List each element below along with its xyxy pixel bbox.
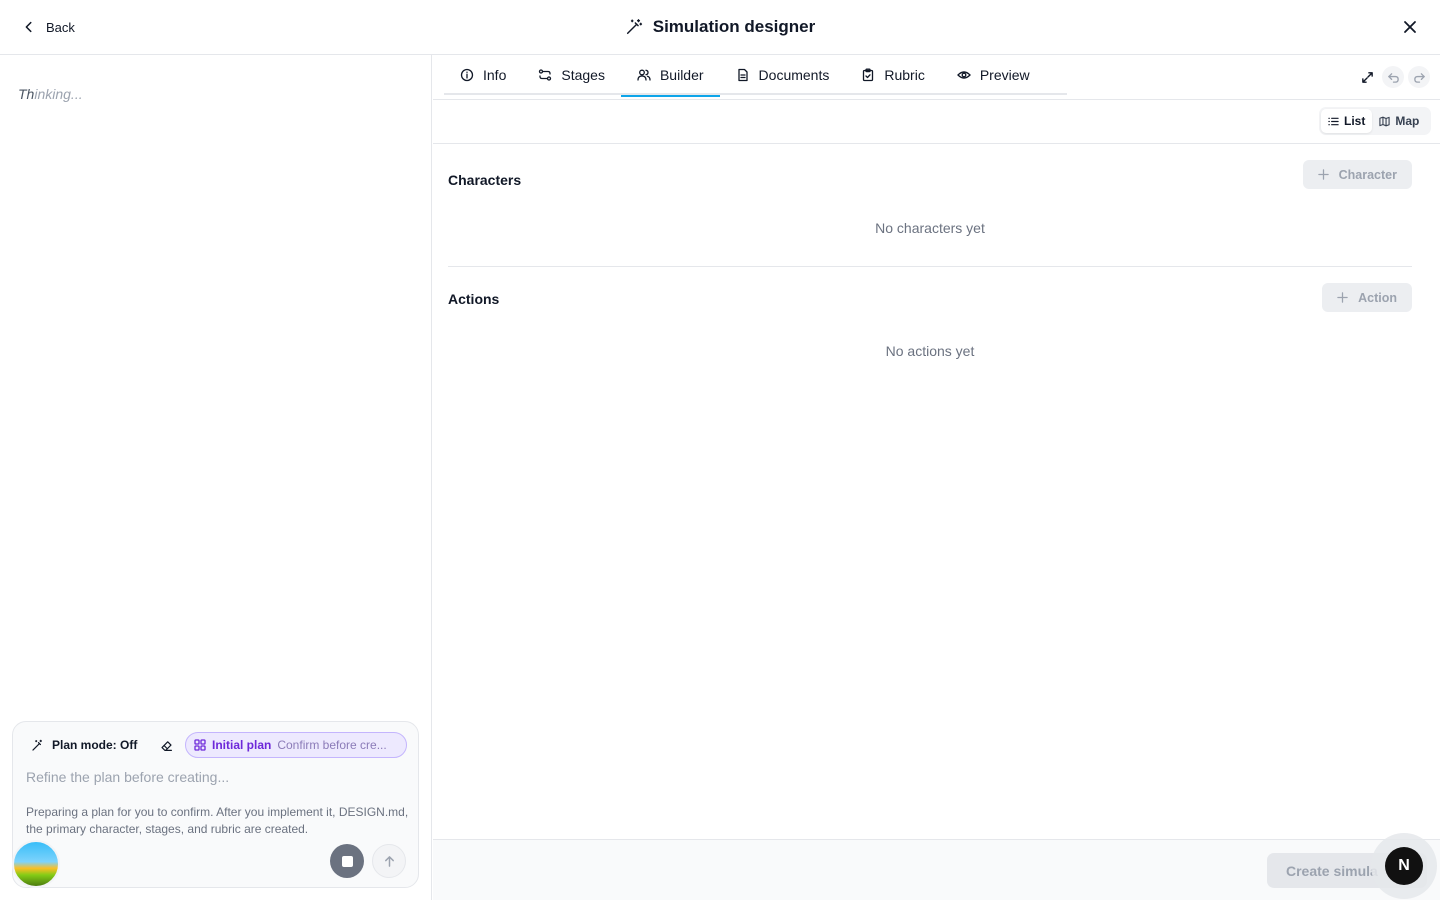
tab-rubric[interactable]: Rubric (845, 55, 940, 95)
title-wrap: Simulation designer (0, 14, 1440, 40)
thinking-rest: inking... (34, 86, 83, 102)
clipboard-icon (863, 68, 874, 82)
eye-icon (956, 71, 971, 79)
section-divider (448, 266, 1412, 267)
stop-icon (341, 855, 353, 867)
clear-button[interactable] (158, 737, 174, 753)
characters-title: Characters (448, 172, 522, 188)
tab-info[interactable]: Info (444, 55, 522, 95)
map-view-button[interactable]: Map (1372, 109, 1426, 133)
actions-empty-text: No actions yet (885, 343, 975, 359)
initial-plan-chip[interactable]: Initial plan Confirm before cre... (185, 732, 407, 758)
expand-button[interactable] (1356, 66, 1378, 88)
add-action-label: Action (1358, 290, 1397, 305)
plan-refine-input[interactable] (26, 766, 406, 788)
tab-bar: Info Stages Builder Documents Rubric Pre… (433, 55, 1440, 100)
magic-wand-icon (626, 19, 642, 35)
floating-n-badge[interactable]: N (1371, 833, 1437, 899)
toolbar-icons (1356, 66, 1430, 88)
close-icon (1404, 21, 1416, 33)
tab-label: Stages (561, 67, 605, 83)
tabs: Info Stages Builder Documents Rubric Pre… (444, 55, 1067, 97)
chip-subtitle: Confirm before cre... (277, 738, 387, 752)
designer-panel: Info Stages Builder Documents Rubric Pre… (433, 55, 1440, 900)
page-title: Simulation designer (652, 17, 816, 36)
actions-section: Actions Action No actions yet (448, 283, 1412, 373)
undo-button[interactable] (1382, 66, 1404, 88)
list-icon (1328, 117, 1339, 125)
chat-composer: Plan mode: Off Initial plan Confirm befo… (12, 721, 419, 888)
expand-icon (1361, 71, 1373, 83)
plus-icon (1317, 169, 1329, 180)
plan-mode-toggle[interactable]: Plan mode: Off (31, 737, 137, 753)
redo-button[interactable] (1408, 66, 1430, 88)
composer-note: Preparing a plan for you to confirm. Aft… (26, 805, 409, 836)
map-icon (1379, 116, 1390, 126)
magic-wand-icon (32, 739, 42, 751)
n-logo-icon: N (1385, 847, 1423, 885)
tab-label: Builder (659, 67, 704, 83)
send-button[interactable] (372, 844, 406, 878)
add-character-button[interactable]: Character (1302, 160, 1412, 189)
tab-label: Info (483, 67, 507, 83)
footer-bar: Create simula (433, 839, 1440, 900)
thinking-indicator: Thinking... (18, 86, 83, 102)
view-toggle: List Map (1319, 107, 1431, 135)
tab-label: Preview (979, 67, 1030, 83)
characters-section: Characters Character No characters yet (448, 160, 1412, 267)
tab-label: Documents (758, 67, 830, 83)
tab-label: Rubric (884, 67, 925, 83)
arrow-up-icon (384, 855, 394, 867)
chip-label: Initial plan (212, 738, 272, 752)
list-label: List (1344, 114, 1366, 128)
stages-icon (539, 69, 552, 81)
undo-icon (1387, 72, 1399, 83)
create-label: Create simula (1286, 862, 1378, 879)
add-character-label: Character (1338, 167, 1397, 182)
chat-panel: Thinking... Plan mode: Off Initial plan … (0, 55, 432, 900)
tab-stages[interactable]: Stages (522, 55, 621, 95)
plan-mode-label: Plan mode: Off (52, 738, 138, 752)
actions-title: Actions (448, 291, 500, 307)
avatar[interactable] (12, 840, 60, 888)
document-icon (737, 68, 748, 82)
characters-empty-text: No characters yet (875, 220, 985, 236)
users-icon (637, 69, 651, 81)
close-button[interactable] (1400, 17, 1420, 37)
view-bar: List Map (433, 100, 1440, 144)
eraser-icon (160, 740, 172, 751)
stop-button[interactable] (330, 844, 364, 878)
top-bar: Back Simulation designer (0, 0, 1440, 55)
plus-icon (1337, 292, 1348, 303)
redo-icon (1413, 72, 1425, 83)
tab-preview[interactable]: Preview (941, 55, 1046, 95)
tab-builder[interactable]: Builder (620, 55, 720, 97)
grid-icon (194, 739, 206, 751)
thinking-lead: Th (18, 86, 35, 102)
info-icon (460, 68, 474, 82)
tab-documents[interactable]: Documents (720, 55, 846, 95)
list-view-button[interactable]: List (1321, 109, 1373, 133)
map-label: Map (1395, 114, 1420, 128)
add-action-button[interactable]: Action (1322, 283, 1412, 312)
